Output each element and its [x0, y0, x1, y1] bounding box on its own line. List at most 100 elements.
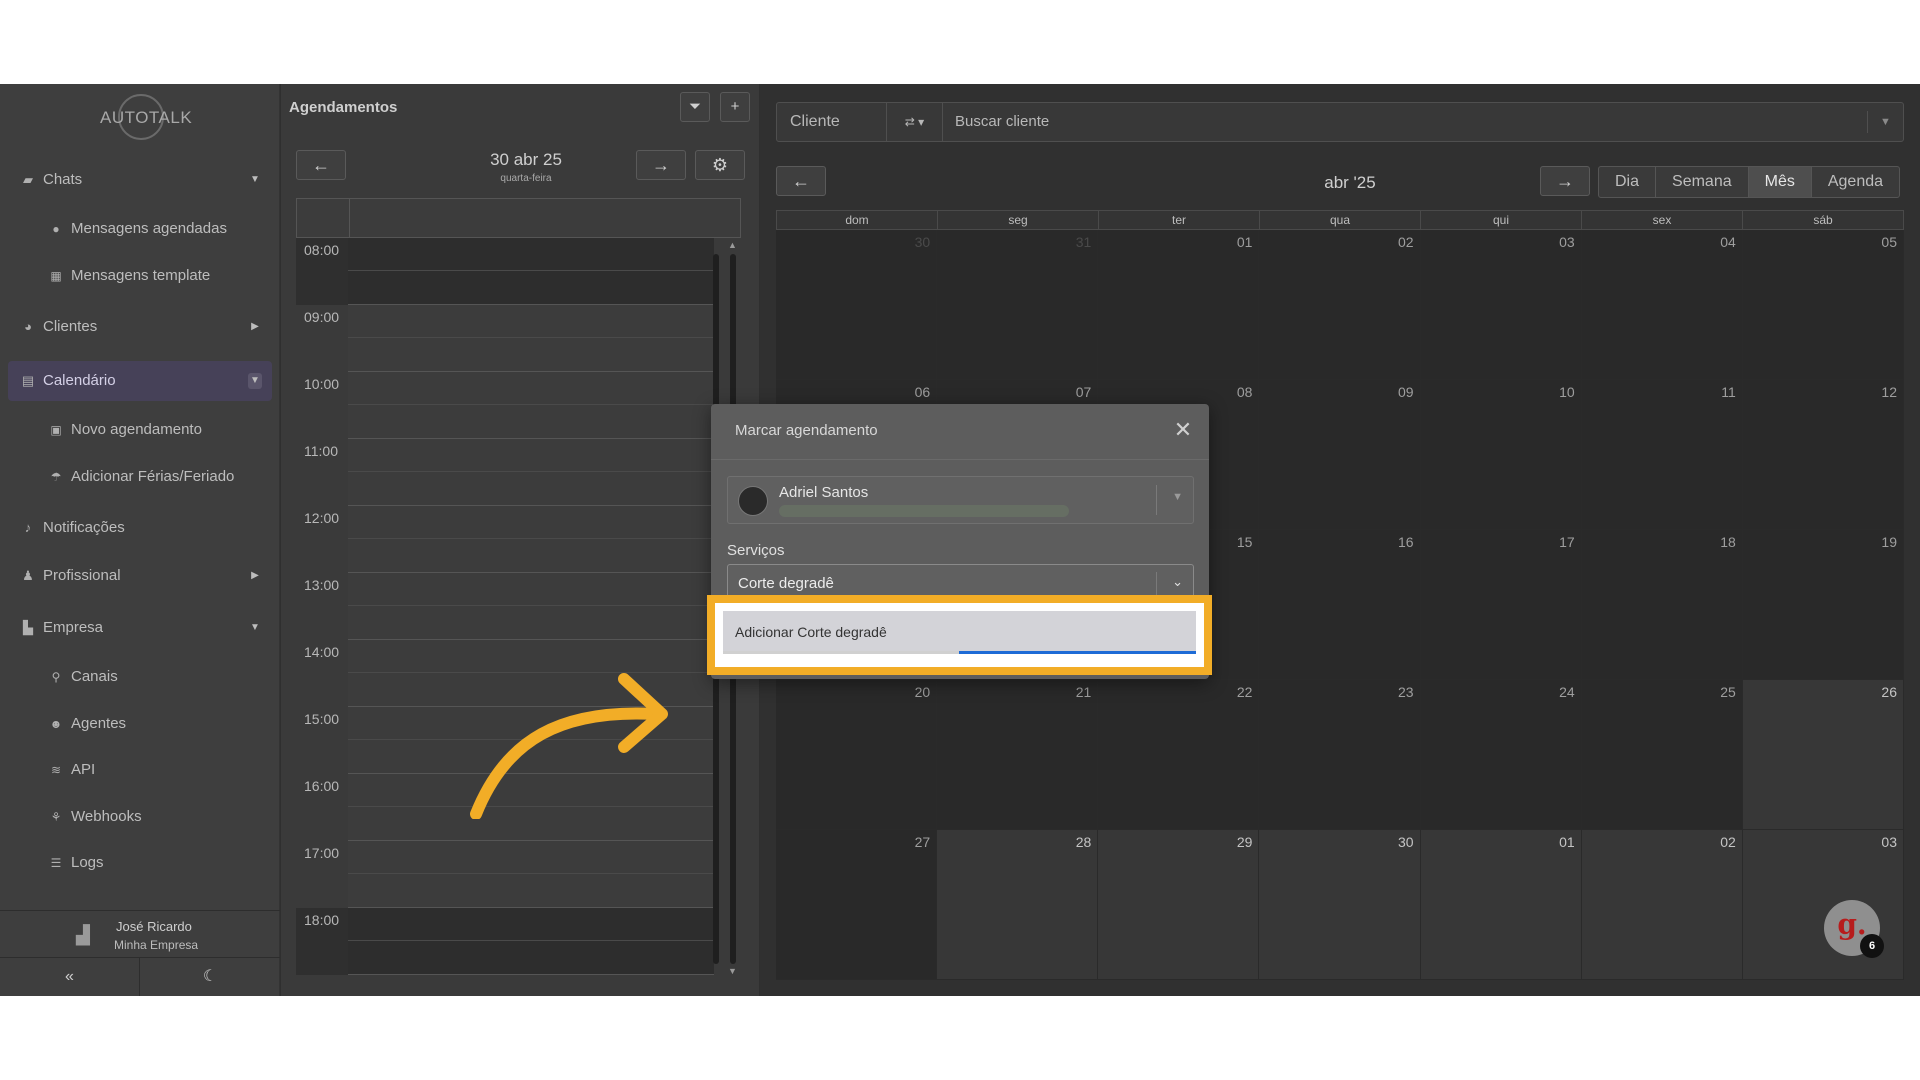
sidebar-item-chats[interactable]: ▰ Chats ▼ — [8, 160, 272, 200]
time-slot[interactable] — [348, 338, 714, 372]
prev-month-button[interactable]: ← — [776, 166, 826, 196]
sidebar-item-logs[interactable]: ☰ Logs — [8, 843, 272, 883]
day-cell[interactable]: 05 — [1742, 230, 1904, 380]
client-filter-label[interactable]: Cliente — [777, 103, 887, 141]
pointer-arrow — [470, 673, 668, 819]
time-slot[interactable] — [348, 472, 714, 506]
filter-button[interactable]: ⏷ — [680, 92, 710, 122]
scroll-down-icon[interactable]: ▼ — [728, 966, 737, 976]
hour-row[interactable]: 12:00 — [296, 506, 714, 573]
sidebar-item-notificacoes[interactable]: ♪ Notificações — [8, 508, 272, 548]
sidebar-item-profissional[interactable]: ♟ Profissional ▶ — [8, 556, 272, 596]
tab-dia[interactable]: Dia — [1599, 167, 1657, 197]
weekday-label: qua — [1260, 211, 1421, 229]
hour-row[interactable]: 13:00 — [296, 573, 714, 640]
day-cell[interactable]: 02 — [1259, 230, 1421, 380]
day-cell[interactable]: 01 — [1098, 230, 1260, 380]
time-slot[interactable] — [348, 606, 714, 640]
day-cell[interactable]: 26 — [1742, 680, 1904, 830]
add-button[interactable]: + — [720, 92, 750, 122]
next-month-button[interactable]: → — [1540, 166, 1590, 196]
time-slot[interactable] — [348, 874, 714, 908]
option-label: Adicionar Corte degradê — [735, 624, 887, 640]
sidebar-item-agentes[interactable]: ☻ Agentes — [8, 704, 272, 744]
day-cell[interactable]: 30 — [1259, 830, 1421, 980]
hour-row[interactable]: 09:00 — [296, 305, 714, 372]
day-cell[interactable]: 10 — [1420, 380, 1582, 530]
day-grid-header — [296, 198, 741, 239]
sidebar: AUTOTALK ▰ Chats ▼ ● Mensagens agendadas… — [0, 84, 280, 996]
day-cell[interactable]: 31 — [937, 230, 1099, 380]
day-cell[interactable]: 28 — [937, 830, 1099, 980]
day-cell[interactable]: 21 — [937, 680, 1099, 830]
day-cell[interactable]: 01 — [1420, 830, 1582, 980]
scroll-up-icon[interactable]: ▲ — [728, 240, 737, 250]
day-cell[interactable]: 30 — [776, 230, 938, 380]
day-cell[interactable]: 09 — [1259, 380, 1421, 530]
day-cell[interactable]: 11 — [1581, 380, 1743, 530]
time-grid[interactable]: 08:00 09:00 10:00 11:00 12:00 13:00 14:0… — [296, 238, 714, 978]
tab-agenda[interactable]: Agenda — [1812, 167, 1899, 197]
tab-mes[interactable]: Mês — [1748, 167, 1812, 197]
time-slot[interactable] — [348, 941, 714, 975]
time-slot[interactable] — [348, 506, 714, 539]
day-cell[interactable]: 17 — [1420, 530, 1582, 680]
sidebar-item-novo-agendamento[interactable]: ▣ Novo agendamento — [8, 410, 272, 450]
sidebar-item-canais[interactable]: ⚲ Canais — [8, 657, 272, 697]
time-slot[interactable] — [348, 439, 714, 472]
tab-semana[interactable]: Semana — [1656, 167, 1749, 197]
sidebar-item-calendario[interactable]: ▤ Calendário ▼ — [8, 361, 272, 401]
day-cell[interactable]: 29 — [1098, 830, 1260, 980]
day-cell[interactable]: 24 — [1420, 680, 1582, 830]
hour-row[interactable]: 18:00 — [296, 908, 714, 975]
day-cell[interactable]: 04 — [1581, 230, 1743, 380]
time-slot[interactable] — [348, 238, 714, 271]
day-cell[interactable]: 18 — [1581, 530, 1743, 680]
sidebar-item-clientes[interactable]: ◕ Clientes ▶ — [8, 307, 272, 347]
day-cell[interactable]: 03 — [1420, 230, 1582, 380]
day-cell[interactable]: 20 — [776, 680, 938, 830]
day-cell[interactable]: 23 — [1259, 680, 1421, 830]
assistant-button[interactable]: g. 6 — [1824, 900, 1884, 958]
chevron-down-icon[interactable]: ⌄ — [1172, 574, 1183, 590]
time-slot[interactable] — [348, 305, 714, 338]
time-slot[interactable] — [348, 539, 714, 573]
hour-row[interactable]: 17:00 — [296, 841, 714, 908]
day-cell[interactable]: 25 — [1581, 680, 1743, 830]
hour-row[interactable]: 11:00 — [296, 439, 714, 506]
day-cell[interactable]: 16 — [1259, 530, 1421, 680]
sidebar-item-api[interactable]: ≋ API — [8, 750, 272, 790]
user-profile[interactable]: ▟ José Ricardo Minha Empresa — [0, 910, 280, 958]
chevron-down-icon[interactable]: ▼ — [1867, 111, 1903, 133]
theme-toggle-button[interactable]: ☾ — [140, 958, 280, 996]
collapse-sidebar-button[interactable]: « — [0, 958, 140, 996]
time-slot[interactable] — [348, 908, 714, 941]
time-slot[interactable] — [348, 573, 714, 606]
sidebar-item-mensagens-agendadas[interactable]: ● Mensagens agendadas — [8, 209, 272, 249]
prev-day-button[interactable]: ← — [296, 150, 346, 180]
day-cell[interactable]: 22 — [1098, 680, 1260, 830]
search-input[interactable]: Buscar cliente — [955, 103, 1049, 141]
next-day-button[interactable]: → — [636, 150, 686, 180]
sidebar-item-mensagens-template[interactable]: ▦ Mensagens template — [8, 256, 272, 296]
filter-toggle-button[interactable]: ⇄ ▾ — [887, 103, 943, 141]
add-service-option[interactable]: Adicionar Corte degradê — [723, 611, 1196, 651]
time-slot[interactable] — [348, 271, 714, 305]
sidebar-item-webhooks[interactable]: ⚘ Webhooks — [8, 797, 272, 837]
day-cell[interactable]: 27 — [776, 830, 938, 980]
day-cell[interactable]: 12 — [1742, 380, 1904, 530]
hour-row[interactable]: 08:00 — [296, 238, 714, 305]
client-select[interactable]: Adriel Santos ▼ — [727, 476, 1194, 524]
settings-button[interactable]: ⚙ — [695, 150, 745, 180]
day-cell[interactable]: 19 — [1742, 530, 1904, 680]
time-slot[interactable] — [348, 405, 714, 439]
chevron-down-icon[interactable]: ▼ — [1172, 491, 1183, 503]
time-slot[interactable] — [348, 841, 714, 874]
sidebar-item-adicionar-ferias[interactable]: ☂ Adicionar Férias/Feriado — [8, 457, 272, 497]
hour-row[interactable]: 10:00 — [296, 372, 714, 439]
sidebar-item-empresa[interactable]: ▙ Empresa ▼ — [8, 608, 272, 648]
close-icon[interactable]: ✕ — [1171, 418, 1195, 442]
time-slot[interactable] — [348, 372, 714, 405]
day-cell[interactable]: 02 — [1581, 830, 1743, 980]
day-cell[interactable]: 03 — [1742, 830, 1904, 980]
